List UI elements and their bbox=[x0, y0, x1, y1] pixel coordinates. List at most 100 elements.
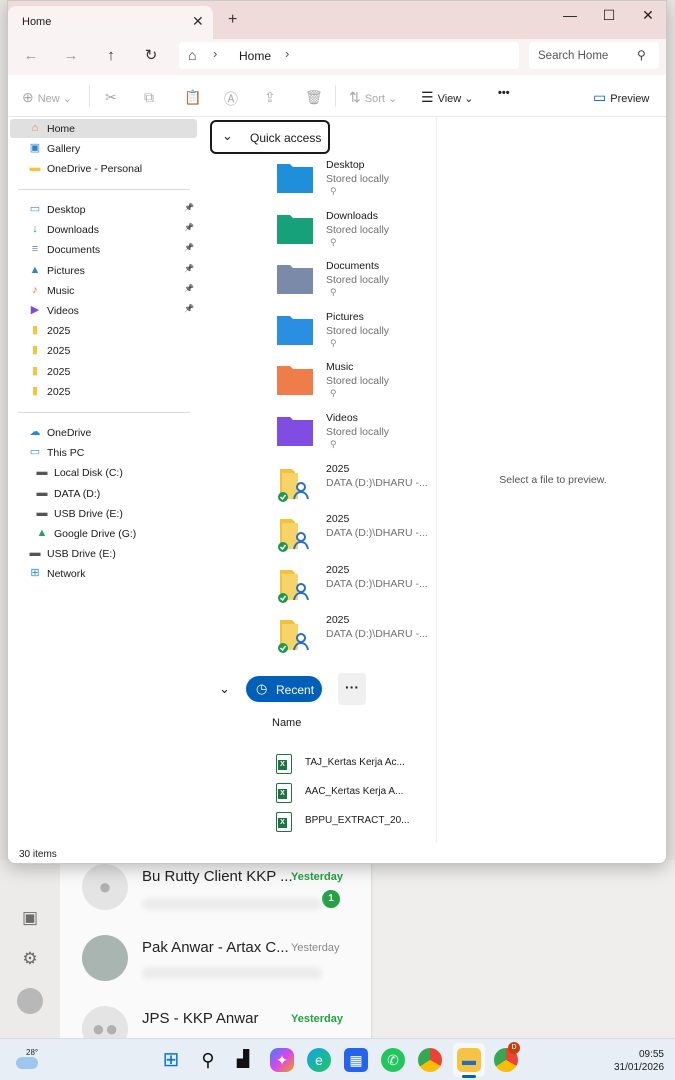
recent-more-button[interactable]: ··· bbox=[338, 673, 366, 705]
column-header-name[interactable]: Name bbox=[272, 717, 301, 729]
chat-item[interactable]: Pak Anwar - Artax C... Yesterday bbox=[60, 931, 371, 1001]
pin-icon[interactable]: 📌 bbox=[184, 243, 194, 252]
breadcrumb[interactable]: Home bbox=[239, 49, 271, 63]
sidebar-item-usb-drive-e[interactable]: ▬ USB Drive (E:) bbox=[10, 544, 197, 563]
maximize-button[interactable]: ☐ bbox=[594, 5, 624, 25]
sidebar-item-home[interactable]: ⌂ Home bbox=[10, 119, 197, 138]
sidebar-item-local-disk-c[interactable]: ▬ Local Disk (C:) bbox=[10, 463, 197, 482]
quick-access-item[interactable]: Desktop Stored locally ⚲ bbox=[276, 159, 436, 209]
system-clock[interactable]: 09:55 31/01/2026 bbox=[614, 1048, 664, 1074]
sidebar-item-data-d[interactable]: ▬ DATA (D:) bbox=[10, 484, 197, 503]
sidebar-item-2025[interactable]: ▮ 2025 bbox=[10, 341, 197, 360]
quick-access-header[interactable]: ⌄ Quick access bbox=[210, 120, 330, 154]
sidebar-item-videos[interactable]: ▶ Videos 📌 bbox=[10, 301, 197, 320]
chat-item[interactable]: ● Bu Rutty Client KKP ... Yesterday 1 bbox=[60, 860, 371, 930]
new-button[interactable]: ⊕ New ⌄ bbox=[22, 89, 72, 106]
quick-access-item[interactable]: Videos Stored locally ⚲ bbox=[276, 412, 436, 462]
profile-avatar[interactable] bbox=[17, 988, 43, 1014]
sidebar-item-google-drive-g[interactable]: ▲ Google Drive (G:) bbox=[10, 524, 197, 543]
quick-access-item[interactable]: 2025 DATA (D:)\DHARU -... bbox=[276, 513, 436, 563]
new-tab-button[interactable]: + bbox=[228, 11, 237, 29]
close-button[interactable]: ✕ bbox=[633, 5, 663, 25]
sidebar-item-network[interactable]: ⊞ Network bbox=[10, 564, 197, 583]
file-explorer-icon[interactable]: ▬ bbox=[457, 1048, 481, 1072]
task-view-icon[interactable]: ▟ bbox=[231, 1048, 255, 1072]
chrome-profile-icon[interactable]: D bbox=[494, 1042, 520, 1072]
sidebar-item-documents[interactable]: ≡ Documents 📌 bbox=[10, 240, 197, 259]
taskbar: 28° ⊞ ⚲ ▟ ✦ e ▦ ✆ ▬ D 09:55 31/01/2026 bbox=[0, 1038, 675, 1080]
search-placeholder: Search Home bbox=[538, 50, 609, 62]
refresh-icon[interactable]: ↻ bbox=[139, 46, 163, 66]
sidebar-item-onedrive[interactable]: ☁ OneDrive bbox=[10, 423, 197, 442]
weather-widget[interactable]: 28° bbox=[14, 1045, 44, 1075]
sidebar-item-music[interactable]: ♪ Music 📌 bbox=[10, 281, 197, 300]
quick-access-item[interactable]: Downloads Stored locally ⚲ bbox=[276, 210, 436, 260]
quick-access-item[interactable]: 2025 DATA (D:)\DHARU -... bbox=[276, 564, 436, 614]
preview-button[interactable]: ▭ Preview bbox=[593, 89, 649, 106]
recent-file-row[interactable]: AAC_Kertas Kerja A... bbox=[276, 783, 426, 805]
tab-home[interactable]: Home ✕ bbox=[8, 6, 213, 39]
pin-icon[interactable]: 📌 bbox=[184, 264, 194, 273]
sidebar-item-2025[interactable]: ▮ 2025 bbox=[10, 362, 197, 381]
chat-item[interactable]: ●● JPS - KKP Anwar Yesterday bbox=[60, 1002, 371, 1038]
sidebar-item-this-pc[interactable]: ▭ This PC bbox=[10, 443, 197, 462]
pin-icon[interactable]: 📌 bbox=[184, 223, 194, 232]
whatsapp-icon[interactable]: ✆ bbox=[381, 1048, 405, 1072]
view-button[interactable]: ☰ View ⌄ bbox=[421, 89, 474, 106]
home-icon[interactable]: ⌂ bbox=[188, 47, 196, 63]
copy-icon[interactable]: ⧉ bbox=[144, 89, 158, 106]
quick-access-item[interactable]: 2025 DATA (D:)\DHARU -... bbox=[276, 463, 436, 513]
copilot-icon[interactable]: ✦ bbox=[270, 1048, 294, 1072]
chrome-icon[interactable] bbox=[418, 1048, 442, 1072]
quick-access-item[interactable]: 2025 DATA (D:)\DHARU -... bbox=[276, 614, 436, 664]
media-icon[interactable]: ▣ bbox=[20, 908, 40, 928]
sidebar-item-desktop[interactable]: ▭ Desktop 📌 bbox=[10, 200, 197, 219]
search-input[interactable]: Search Home ⚲ bbox=[529, 42, 659, 69]
minimize-button[interactable]: — bbox=[555, 5, 585, 25]
chevron-down-icon[interactable]: ⌄ bbox=[219, 681, 230, 697]
edge-icon[interactable]: e bbox=[307, 1048, 331, 1072]
breadcrumb-separator[interactable]: › bbox=[213, 46, 217, 61]
address-bar[interactable]: ⌂ › Home › bbox=[179, 42, 519, 69]
recent-file-row[interactable]: TAJ_Kertas Kerja Ac... bbox=[276, 754, 426, 776]
sidebar-item-2025[interactable]: ▮ 2025 bbox=[10, 382, 197, 401]
search-icon[interactable]: ⚲ bbox=[196, 1048, 220, 1072]
item-location: DATA (D:)\DHARU -... bbox=[326, 628, 428, 641]
rename-icon[interactable]: Ⓐ bbox=[224, 89, 242, 109]
new-label: New bbox=[37, 93, 60, 105]
sidebar-item-usb-drive-e[interactable]: ▬ USB Drive (E:) bbox=[10, 504, 197, 523]
forward-arrow-icon[interactable]: → bbox=[59, 46, 83, 66]
paste-icon[interactable]: 📋 bbox=[184, 89, 205, 106]
quick-access-item[interactable]: Pictures Stored locally ⚲ bbox=[276, 311, 436, 361]
sort-button[interactable]: ⇅ Sort ⌄ bbox=[349, 89, 397, 106]
quick-access-item[interactable]: Documents Stored locally ⚲ bbox=[276, 260, 436, 310]
weather-temp: 28° bbox=[26, 1048, 39, 1057]
drive-icon: ▬ bbox=[36, 486, 48, 499]
pin-icon[interactable]: 📌 bbox=[184, 284, 194, 293]
recent-file-row[interactable]: BPPU_EXTRACT_20... bbox=[276, 812, 426, 834]
cut-icon[interactable]: ✂ bbox=[105, 89, 121, 106]
sidebar-item-onedrive-personal[interactable]: ▬ OneDrive - Personal bbox=[10, 159, 197, 178]
avatar bbox=[82, 935, 128, 981]
sidebar-item-downloads[interactable]: ↓ Downloads 📌 bbox=[10, 220, 197, 239]
store-icon[interactable]: ▦ bbox=[344, 1048, 368, 1072]
sidebar-item-pictures[interactable]: ▲ Pictures 📌 bbox=[10, 261, 197, 280]
windows-drive-icon: ▬ bbox=[36, 466, 48, 479]
back-arrow-icon[interactable]: ← bbox=[19, 46, 43, 66]
recent-button[interactable]: ◷ Recent bbox=[246, 676, 322, 702]
more-options-button[interactable]: ••• bbox=[498, 87, 510, 99]
breadcrumb-separator[interactable]: › bbox=[285, 46, 289, 61]
quick-access-item[interactable]: Music Stored locally ⚲ bbox=[276, 361, 436, 411]
up-arrow-icon[interactable]: ↑ bbox=[99, 46, 123, 66]
pin-icon[interactable]: 📌 bbox=[184, 304, 194, 313]
settings-icon[interactable]: ⚙ bbox=[20, 949, 40, 969]
sidebar-item-2025[interactable]: ▮ 2025 bbox=[10, 321, 197, 340]
delete-icon[interactable]: 🗑 bbox=[305, 89, 327, 106]
pin-icon[interactable]: 📌 bbox=[184, 203, 194, 212]
chevron-down-icon[interactable]: ⌄ bbox=[222, 128, 233, 144]
sidebar-item-gallery[interactable]: ▣ Gallery bbox=[10, 139, 197, 158]
share-icon[interactable]: ⇪ bbox=[264, 89, 280, 106]
chat-list: ● Bu Rutty Client KKP ... Yesterday 1 Pa… bbox=[60, 860, 372, 1038]
start-windows-icon[interactable]: ⊞ bbox=[159, 1048, 183, 1072]
tab-close-icon[interactable]: ✕ bbox=[192, 13, 204, 30]
